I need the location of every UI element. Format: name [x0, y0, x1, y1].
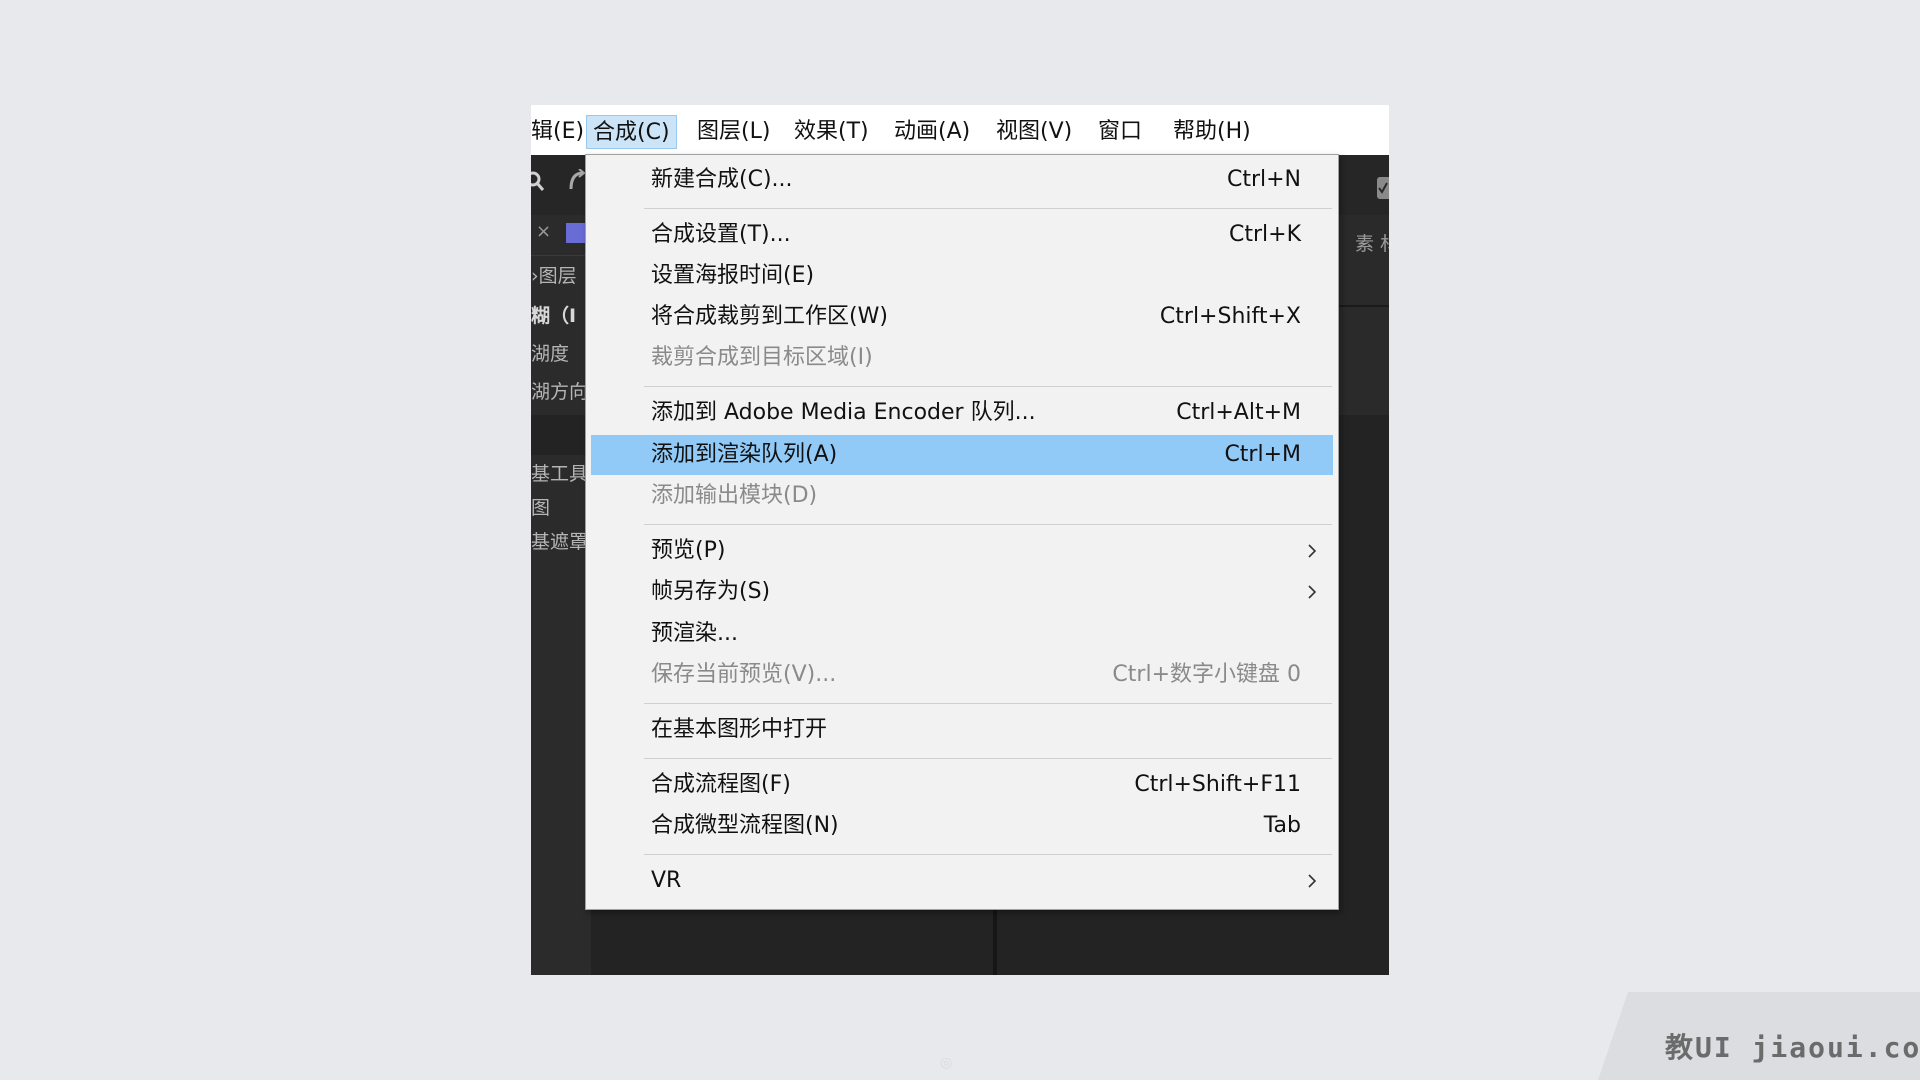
panel-divider	[531, 255, 591, 256]
menu-item-label: 帧另存为(S)	[651, 579, 771, 604]
menu-item-label: 添加到渲染队列(A)	[651, 442, 838, 467]
menu-item-label: 预渲染...	[651, 621, 738, 646]
chevron-right-icon	[1308, 585, 1317, 599]
panel-row-label: ›图层	[531, 265, 577, 287]
menu-item-label: 预览(P)	[651, 538, 726, 563]
effect-property-label: 基遮罩	[531, 531, 589, 553]
faint-logo-icon: ◎	[940, 1055, 953, 1071]
menu-separator	[644, 386, 1332, 387]
effect-controls-panel: × ›图层 糊（I 湖度 湖方向 基工具 图 基遮罩	[531, 215, 591, 975]
menu-bar: 辑(E) 合成(C) 图层(L) 效果(T) 动画(A) 视图(V) 窗口 帮助…	[531, 105, 1389, 155]
menu-item-label: 合成流程图(F)	[651, 772, 791, 797]
panel-close-icon[interactable]: ×	[536, 221, 551, 242]
composition-menu-dropdown: 新建合成(C)... Ctrl+N 合成设置(T)... Ctrl+K 设置海报…	[585, 154, 1339, 910]
menu-item-label: 添加输出模块(D)	[651, 483, 818, 508]
menu-item-shortcut: Ctrl+K	[1228, 222, 1301, 247]
menu-item-vr[interactable]: VR	[591, 861, 1333, 901]
project-tab-label: 素 材	[1355, 233, 1389, 255]
menu-item-open-in-essential-graphics[interactable]: 在基本图形中打开	[591, 710, 1333, 750]
menu-item-save-current-preview[interactable]: 保存当前预览(V)... Ctrl+数字小键盘 0	[591, 655, 1333, 695]
rotate-tool-icon[interactable]	[569, 169, 585, 195]
menu-help[interactable]: 帮助(H)	[1167, 115, 1257, 149]
menu-item-shortcut: Ctrl+Shift+F11	[1134, 772, 1301, 797]
menu-separator	[644, 524, 1332, 525]
project-panel-tab[interactable]: 素 材	[1337, 215, 1389, 415]
menu-view[interactable]: 视图(V)	[990, 115, 1078, 149]
menu-item-shortcut: Ctrl+M	[1224, 442, 1301, 467]
menu-item-shortcut: Ctrl+数字小键盘 0	[1112, 662, 1301, 687]
menu-effect[interactable]: 效果(T)	[788, 115, 875, 149]
chevron-right-icon	[1308, 544, 1317, 558]
menu-window[interactable]: 窗口	[1092, 115, 1148, 149]
menu-separator	[644, 758, 1332, 759]
zoom-tool-icon[interactable]	[531, 169, 547, 195]
snapping-checkbox-icon[interactable]	[1377, 175, 1389, 201]
menu-item-label: 设置海报时间(E)	[651, 263, 815, 288]
menu-item-label: 添加到 Adobe Media Encoder 队列...	[651, 400, 1036, 425]
menu-item-shortcut: Ctrl+Shift+X	[1159, 304, 1301, 329]
menu-item-shortcut: Tab	[1263, 813, 1301, 838]
effect-property-label: 湖方向	[531, 381, 589, 403]
menu-item-trim-to-work-area[interactable]: 将合成裁剪到工作区(W) Ctrl+Shift+X	[591, 297, 1333, 337]
menu-item-label: 合成微型流程图(N)	[651, 813, 839, 838]
menu-item-label: 将合成裁剪到工作区(W)	[651, 304, 888, 329]
menu-composition[interactable]: 合成(C)	[586, 115, 677, 149]
menu-item-label: 保存当前预览(V)...	[651, 662, 837, 687]
menu-item-label: 合成设置(T)...	[651, 222, 791, 247]
panel-divider	[1337, 305, 1389, 307]
effect-name-label: 糊（I	[531, 305, 577, 327]
menu-item-set-poster-time[interactable]: 设置海报时间(E)	[591, 256, 1333, 296]
menu-item-shortcut: Ctrl+N	[1226, 167, 1301, 192]
menu-separator	[644, 854, 1332, 855]
panel-gap	[531, 415, 591, 455]
menu-item-shortcut: Ctrl+Alt+M	[1176, 400, 1301, 425]
menu-item-composition-settings[interactable]: 合成设置(T)... Ctrl+K	[591, 215, 1333, 255]
menu-item-add-to-media-encoder[interactable]: 添加到 Adobe Media Encoder 队列... Ctrl+Alt+M	[591, 393, 1333, 433]
menu-item-pre-render[interactable]: 预渲染...	[591, 614, 1333, 654]
watermark-logo-text: 教UI jiaoui.com	[1665, 1031, 1920, 1064]
menu-item-label: 裁剪合成到目标区域(I)	[651, 345, 873, 370]
menu-separator	[644, 208, 1332, 209]
menu-edit[interactable]: 辑(E)	[531, 115, 590, 149]
menu-item-composition-flowchart[interactable]: 合成流程图(F) Ctrl+Shift+F11	[591, 765, 1333, 805]
menu-separator	[644, 703, 1332, 704]
menu-item-crop-to-region[interactable]: 裁剪合成到目标区域(I)	[591, 338, 1333, 378]
menu-item-label: 新建合成(C)...	[651, 167, 793, 192]
menu-item-add-to-render-queue[interactable]: 添加到渲染队列(A) Ctrl+M	[591, 435, 1333, 475]
menu-animation[interactable]: 动画(A)	[888, 115, 976, 149]
menu-layer[interactable]: 图层(L)	[691, 115, 776, 149]
menu-item-add-output-module[interactable]: 添加输出模块(D)	[591, 476, 1333, 516]
menu-item-label: 在基本图形中打开	[651, 717, 828, 742]
effect-property-label: 湖度	[531, 343, 570, 365]
menu-item-composition-mini-flowchart[interactable]: 合成微型流程图(N) Tab	[591, 806, 1333, 846]
effect-property-label: 图	[531, 497, 551, 519]
menu-item-save-frame-as[interactable]: 帧另存为(S)	[591, 572, 1333, 612]
chevron-right-icon	[1308, 874, 1317, 888]
effect-property-label: 基工具	[531, 463, 589, 485]
menu-item-new-composition[interactable]: 新建合成(C)... Ctrl+N	[591, 160, 1333, 200]
menu-item-preview[interactable]: 预览(P)	[591, 531, 1333, 571]
menu-item-label: VR	[651, 868, 682, 893]
